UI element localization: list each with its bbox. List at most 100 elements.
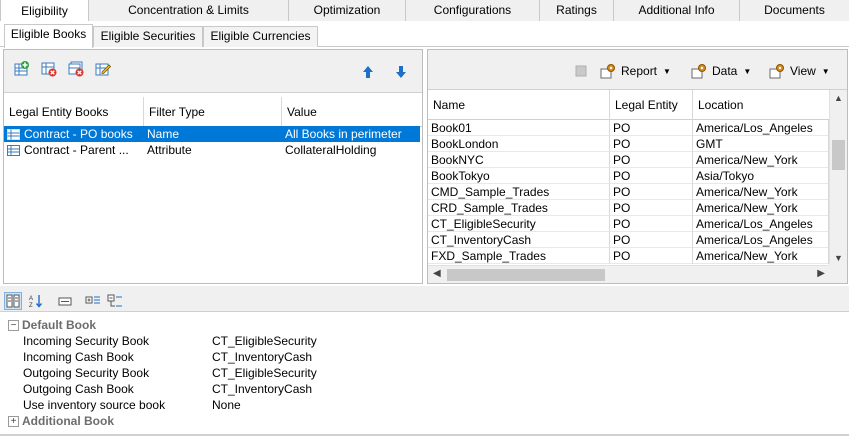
name-cell[interactable]: CT_InventoryCash: [428, 232, 610, 248]
table-row[interactable]: FXD_Sample_Trades PO America/New_York: [428, 248, 829, 264]
column-header-legal-entity-books[interactable]: Legal Entity Books: [4, 97, 144, 127]
tab-eligible-books[interactable]: Eligible Books: [4, 24, 93, 48]
table-row[interactable]: Book01 PO America/Los_Angeles: [428, 120, 829, 136]
collapse-icon[interactable]: −: [8, 319, 19, 331]
property-value[interactable]: CT_EligibleSecurity: [212, 333, 317, 349]
tab-optimization[interactable]: Optimization: [289, 0, 406, 21]
column-header-location[interactable]: Location: [693, 90, 829, 120]
location-cell[interactable]: America/New_York: [693, 200, 829, 216]
left-grid-header: Legal Entity Books Filter Type Value: [4, 97, 422, 127]
table-row[interactable]: Contract - Parent ... Attribute Collater…: [4, 142, 420, 158]
location-cell[interactable]: America/Los_Angeles: [693, 120, 829, 136]
table-row[interactable]: BookTokyo PO Asia/Tokyo: [428, 168, 829, 184]
table-row[interactable]: CRD_Sample_Trades PO America/New_York: [428, 200, 829, 216]
category-additional-book[interactable]: + Additional Book: [8, 413, 114, 429]
legal-entity-cell[interactable]: PO: [610, 248, 693, 264]
column-header-legal-entity[interactable]: Legal Entity: [610, 90, 693, 120]
property-value[interactable]: CT_InventoryCash: [212, 381, 312, 397]
property-name: Outgoing Cash Book: [23, 382, 134, 396]
add-book-icon[interactable]: [13, 60, 31, 78]
tab-additional-info[interactable]: Additional Info: [614, 0, 740, 21]
property-row[interactable]: Incoming Security Book CT_EligibleSecuri…: [0, 333, 849, 349]
column-header-value[interactable]: Value: [282, 97, 422, 127]
property-row[interactable]: Outgoing Security Book CT_EligibleSecuri…: [0, 365, 849, 381]
remove-all-icon[interactable]: [67, 60, 85, 78]
table-cell[interactable]: Contract - PO books: [4, 126, 144, 142]
name-cell[interactable]: BookTokyo: [428, 168, 610, 184]
location-cell[interactable]: America/New_York: [693, 152, 829, 168]
column-header-name[interactable]: Name: [428, 90, 610, 120]
filter-type-cell[interactable]: Name: [144, 126, 282, 142]
tab-eligibility[interactable]: Eligibility: [0, 0, 89, 21]
legal-entity-cell[interactable]: PO: [610, 200, 693, 216]
tab-concentration-limits[interactable]: Concentration & Limits: [89, 0, 289, 21]
sort-alphabetical-icon[interactable]: AZ: [27, 292, 45, 310]
remove-book-icon[interactable]: [40, 60, 58, 78]
property-pages-icon[interactable]: [56, 292, 74, 310]
column-header-filter-type[interactable]: Filter Type: [144, 97, 282, 127]
expand-icon[interactable]: +: [8, 415, 19, 427]
property-row[interactable]: Incoming Cash Book CT_InventoryCash: [0, 349, 849, 365]
scroll-down-icon[interactable]: ▼: [834, 253, 843, 263]
edit-icon[interactable]: [94, 60, 112, 78]
expand-all-icon[interactable]: [84, 292, 102, 310]
value-cell[interactable]: CollateralHolding: [282, 142, 420, 158]
move-up-icon[interactable]: [359, 63, 377, 81]
name-cell[interactable]: Book01: [428, 120, 610, 136]
name-cell[interactable]: CT_EligibleSecurity: [428, 216, 610, 232]
value-cell[interactable]: All Books in perimeter: [282, 126, 420, 142]
location-cell[interactable]: GMT: [693, 136, 829, 152]
move-down-icon[interactable]: [392, 63, 410, 81]
property-value[interactable]: CT_InventoryCash: [212, 349, 312, 365]
scroll-up-icon[interactable]: ▲: [834, 93, 843, 103]
scroll-right-icon[interactable]: ▶: [817, 268, 825, 279]
name-cell[interactable]: BookLondon: [428, 136, 610, 152]
svg-text:A: A: [29, 296, 33, 302]
view-menu[interactable]: View ▼: [769, 62, 830, 80]
location-cell[interactable]: America/Los_Angeles: [693, 216, 829, 232]
tab-eligible-currencies[interactable]: Eligible Currencies: [203, 26, 318, 47]
name-cell[interactable]: BookNYC: [428, 152, 610, 168]
table-row[interactable]: CT_EligibleSecurity PO America/Los_Angeles: [428, 216, 829, 232]
table-row[interactable]: CT_InventoryCash PO America/Los_Angeles: [428, 232, 829, 248]
location-cell[interactable]: America/New_York: [693, 248, 829, 264]
property-row[interactable]: Outgoing Cash Book CT_InventoryCash: [0, 381, 849, 397]
filter-type-cell[interactable]: Attribute: [144, 142, 282, 158]
location-cell[interactable]: Asia/Tokyo: [693, 168, 829, 184]
name-cell[interactable]: CMD_Sample_Trades: [428, 184, 610, 200]
vertical-scrollbar[interactable]: ▲ ▼: [829, 90, 847, 266]
location-cell[interactable]: America/Los_Angeles: [693, 232, 829, 248]
tab-documents[interactable]: Documents: [740, 0, 849, 21]
property-value[interactable]: None: [212, 397, 241, 413]
tab-ratings[interactable]: Ratings: [540, 0, 614, 21]
horizontal-scrollbar[interactable]: ◀ ▶: [428, 265, 829, 283]
name-cell[interactable]: FXD_Sample_Trades: [428, 248, 610, 264]
tab-configurations[interactable]: Configurations: [406, 0, 540, 21]
scroll-left-icon[interactable]: ◀: [433, 268, 441, 279]
location-cell[interactable]: America/New_York: [693, 184, 829, 200]
legal-entity-cell[interactable]: PO: [610, 152, 693, 168]
category-default-book[interactable]: − Default Book: [8, 317, 96, 333]
tab-eligible-securities[interactable]: Eligible Securities: [93, 26, 203, 47]
property-row[interactable]: Use inventory source book None: [0, 397, 849, 413]
legal-entity-cell[interactable]: PO: [610, 136, 693, 152]
legal-entity-cell[interactable]: PO: [610, 216, 693, 232]
table-row[interactable]: BookLondon PO GMT: [428, 136, 829, 152]
legal-entity-cell[interactable]: PO: [610, 232, 693, 248]
stop-icon[interactable]: [572, 62, 590, 80]
table-row[interactable]: Contract - PO books Name All Books in pe…: [4, 126, 420, 142]
table-cell[interactable]: Contract - Parent ...: [4, 142, 144, 158]
table-row[interactable]: BookNYC PO America/New_York: [428, 152, 829, 168]
legal-entity-cell[interactable]: PO: [610, 184, 693, 200]
name-cell[interactable]: CRD_Sample_Trades: [428, 200, 610, 216]
table-row[interactable]: CMD_Sample_Trades PO America/New_York: [428, 184, 829, 200]
report-menu[interactable]: Report ▼: [600, 62, 671, 80]
scrollbar-thumb[interactable]: [447, 269, 605, 281]
property-value[interactable]: CT_EligibleSecurity: [212, 365, 317, 381]
collapse-all-icon[interactable]: [106, 292, 124, 310]
categorized-view-icon[interactable]: [4, 292, 22, 310]
legal-entity-cell[interactable]: PO: [610, 120, 693, 136]
data-menu[interactable]: Data ▼: [691, 62, 751, 80]
legal-entity-cell[interactable]: PO: [610, 168, 693, 184]
scrollbar-thumb[interactable]: [832, 140, 845, 170]
